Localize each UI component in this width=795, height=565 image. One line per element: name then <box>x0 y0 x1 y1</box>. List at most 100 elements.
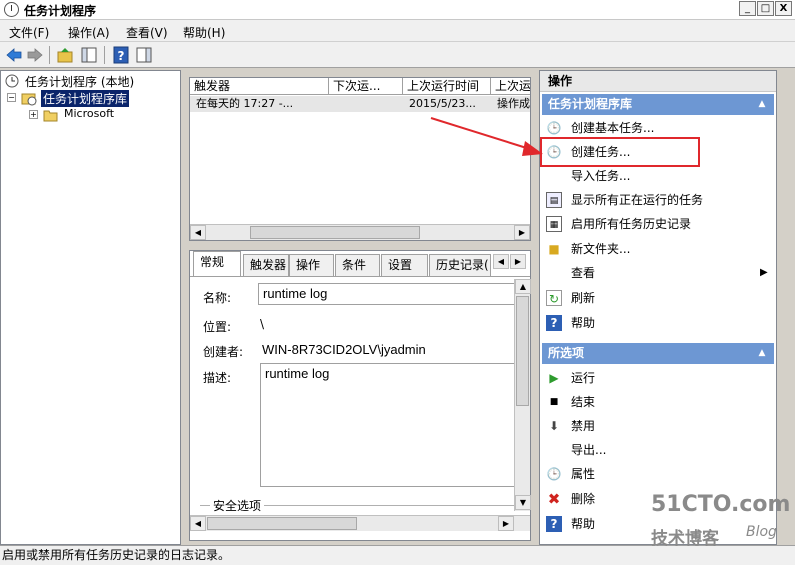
column-header-last-result[interactable]: 上次运 <box>491 78 530 95</box>
properties-clock-icon: 🕒 <box>546 467 562 481</box>
close-button[interactable]: X <box>775 1 792 16</box>
collapse-icon[interactable]: − <box>7 93 16 102</box>
column-header-next-run[interactable]: 下次运... <box>329 78 403 95</box>
action-refresh[interactable]: ↻ 刷新 <box>546 288 772 308</box>
action-label: 新文件夹... <box>571 242 631 256</box>
action-label: 导出... <box>571 443 607 457</box>
toolbar: ? <box>0 42 795 68</box>
cell-next-run <box>329 96 403 112</box>
collapse-up-icon[interactable]: ▲ <box>756 347 768 359</box>
tab-actions[interactable]: 操作 <box>289 254 334 276</box>
cell-last-run: 2015/5/23... <box>403 96 491 112</box>
action-enable-history[interactable]: ▦ 启用所有任务历史记录 <box>546 214 772 234</box>
location-value: \ <box>260 317 265 331</box>
tab-conditions[interactable]: 条件 <box>335 254 380 276</box>
action-label: 运行 <box>571 371 596 385</box>
running-tasks-icon: ▤ <box>546 192 562 208</box>
action-import-task[interactable]: 导入任务... <box>546 166 772 186</box>
action-export[interactable]: 导出... <box>546 440 772 460</box>
section-selected-label: 所选项 <box>548 346 585 360</box>
menu-action[interactable]: 操作(A) <box>68 24 110 41</box>
back-arrow-icon[interactable] <box>5 46 23 64</box>
action-label: 启用所有任务历史记录 <box>571 217 692 231</box>
title-bar: 任务计划程序 _ □ X <box>0 0 795 20</box>
stop-icon: ■ <box>549 397 559 407</box>
tab-history[interactable]: 历史记录( <box>429 254 491 276</box>
menu-file[interactable]: 文件(F) <box>9 24 49 41</box>
location-label: 位置: <box>203 320 232 334</box>
action-label: 帮助 <box>571 517 596 531</box>
cell-trigger: 在每天的 17:27 -... <box>190 96 329 112</box>
disable-arrow-icon: ⬇ <box>548 419 560 433</box>
tab-triggers[interactable]: 触发器 <box>243 254 289 276</box>
expand-icon[interactable]: + <box>29 110 38 119</box>
cell-last-result: 操作成 <box>491 96 530 112</box>
section-library-label: 任务计划程序库 <box>548 97 633 111</box>
tab-divider <box>190 276 530 277</box>
detail-vscrollbar[interactable]: ▲ ▼ <box>514 279 531 511</box>
action-label: 属性 <box>571 467 596 481</box>
menu-help[interactable]: 帮助(H) <box>183 24 225 41</box>
tree-root-label: 任务计划程序 (本地) <box>25 75 135 89</box>
scroll-right-icon[interactable]: ▶ <box>498 516 514 531</box>
tree-microsoft-label: Microsoft <box>64 107 115 120</box>
tab-general[interactable]: 常规 <box>193 251 241 277</box>
action-help[interactable]: ? 帮助 <box>546 313 772 333</box>
scroll-left-icon[interactable]: ◀ <box>190 225 206 240</box>
red-arrow-icon <box>430 117 543 156</box>
run-icon: ▶ <box>549 371 559 385</box>
action-label: 查看 <box>571 266 596 280</box>
folder-up-icon[interactable] <box>56 46 74 64</box>
forward-arrow-icon[interactable] <box>26 46 44 64</box>
action-properties[interactable]: 🕒 属性 <box>546 464 772 484</box>
detail-hscrollbar[interactable]: ◀ ▶ <box>190 515 530 531</box>
maximize-button[interactable]: □ <box>757 1 774 16</box>
description-label: 描述: <box>203 371 232 385</box>
action-end[interactable]: ■ 结束 <box>546 392 772 412</box>
scroll-right-icon[interactable]: ▶ <box>514 225 530 240</box>
tab-settings[interactable]: 设置 <box>381 254 428 276</box>
scroll-down-icon[interactable]: ▼ <box>515 495 531 510</box>
collapse-up-icon[interactable]: ▲ <box>756 98 768 110</box>
section-selected[interactable]: 所选项 ▲ <box>542 343 774 364</box>
library-folder-icon <box>21 93 37 106</box>
task-list-hscrollbar[interactable]: ◀ ▶ <box>190 224 530 240</box>
column-header-last-run[interactable]: 上次运行时间 <box>403 78 491 95</box>
clock-icon <box>5 74 19 88</box>
watermark-logo: 51CTO.com 技术博客 Blog <box>651 492 791 549</box>
description-field[interactable]: runtime log <box>260 363 516 487</box>
action-new-folder[interactable]: ■ 新文件夹... <box>546 239 772 259</box>
scroll-left-icon[interactable]: ◀ <box>190 516 206 531</box>
action-label: 结束 <box>571 395 596 409</box>
tab-scroll-left-icon[interactable]: ◀ <box>493 254 509 269</box>
svg-text:?: ? <box>118 49 125 63</box>
vscroll-thumb[interactable] <box>516 296 529 406</box>
show-hide-tree-icon[interactable] <box>80 46 98 64</box>
scroll-up-icon[interactable]: ▲ <box>515 279 531 294</box>
tree-library-label: 任务计划程序库 <box>41 90 130 107</box>
delete-x-icon: ✖ <box>547 490 561 508</box>
action-show-running[interactable]: ▤ 显示所有正在运行的任务 <box>546 190 772 210</box>
action-label: 禁用 <box>571 419 596 433</box>
security-options-label: 安全选项 <box>210 497 265 514</box>
task-detail-panel: 常规 触发器 操作 条件 设置 历史记录( ◀ ▶ 名称: runtime lo… <box>189 250 531 541</box>
hscroll-thumb[interactable] <box>207 517 357 530</box>
minimize-button[interactable]: _ <box>739 1 756 16</box>
action-run[interactable]: ▶ 运行 <box>546 368 772 388</box>
watermark-line1: 51CTO.com <box>651 492 791 517</box>
action-disable[interactable]: ⬇ 禁用 <box>546 416 772 436</box>
name-field[interactable]: runtime log <box>258 283 516 305</box>
action-create-basic-task[interactable]: 🕒 创建基本任务... <box>546 118 772 138</box>
scroll-thumb[interactable] <box>250 226 420 239</box>
menu-view[interactable]: 查看(V) <box>126 24 168 41</box>
action-view[interactable]: 查看 ▶ <box>546 263 772 283</box>
section-library[interactable]: 任务计划程序库 ▲ <box>542 94 774 115</box>
column-header-trigger[interactable]: 触发器 <box>190 78 329 95</box>
show-hide-action-pane-icon[interactable] <box>135 46 153 64</box>
actions-header: 操作 <box>540 71 776 92</box>
help-icon[interactable]: ? <box>112 46 130 64</box>
tab-scroll-right-icon[interactable]: ▶ <box>510 254 526 269</box>
submenu-arrow-icon: ▶ <box>760 267 768 278</box>
navigation-tree: 任务计划程序 (本地) − 任务计划程序库 + Microsoft <box>0 70 181 545</box>
highlight-box <box>540 137 700 167</box>
